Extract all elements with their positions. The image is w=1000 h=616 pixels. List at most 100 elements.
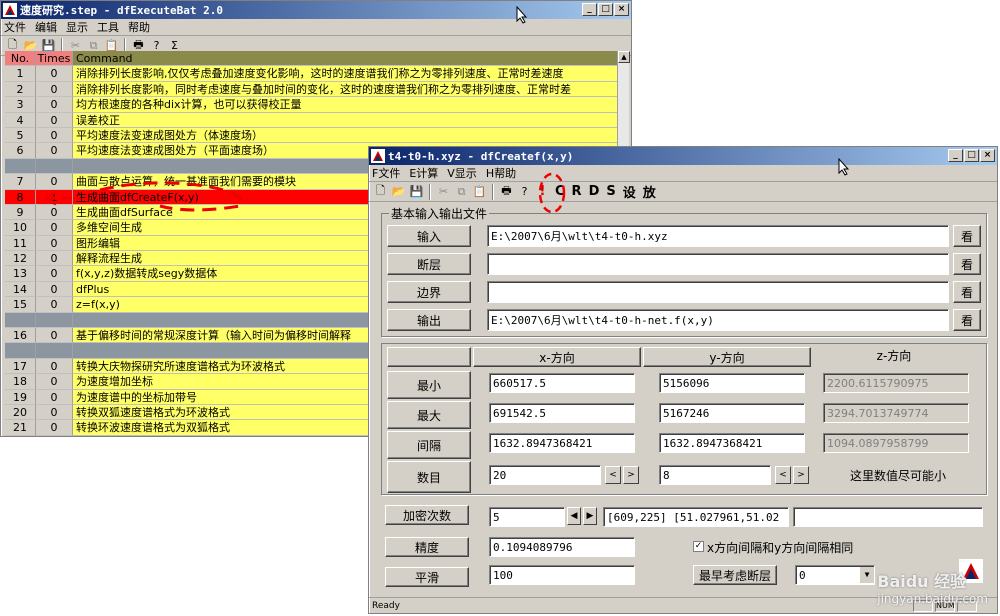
title-bar[interactable]: t4-t0-h.xyz - dfCreatef(x,y) _ □ ×: [369, 147, 997, 165]
row-times: 0: [36, 328, 73, 344]
menu-item[interactable]: 工具: [97, 19, 119, 35]
close-button[interactable]: ×: [980, 149, 995, 162]
count-y-increase-button[interactable]: >: [793, 466, 809, 484]
save-icon[interactable]: 💾: [408, 184, 425, 200]
window-title: 速度研究.step - dfExecuteBat 2.0: [20, 4, 223, 17]
row-number: 19: [5, 389, 36, 405]
paste-icon[interactable]: 📋: [471, 184, 488, 200]
row-number: 18: [5, 374, 36, 390]
io-path-input[interactable]: [487, 253, 949, 275]
new-file-icon[interactable]: 🗋: [372, 184, 389, 200]
row-times: 0: [36, 374, 73, 390]
count-x-decrease-button[interactable]: <: [605, 466, 621, 484]
table-row[interactable]: 1 0 消除排列长度影响,仅仅考虑叠加速度变化影响，这时的速度谱我们称之为零排列速度…: [5, 66, 617, 82]
menu-item[interactable]: 编辑: [35, 19, 57, 35]
header-x: x-方向: [473, 347, 641, 367]
smooth-input[interactable]: 100: [489, 565, 635, 585]
io-path-input[interactable]: E:\2007\6月\wlt\t4-t0-h.xyz: [487, 225, 949, 247]
table-row[interactable]: 4 0 误差校正: [5, 112, 617, 128]
view-button[interactable]: 看: [953, 225, 981, 247]
toolbar-settings-button[interactable]: 设: [620, 182, 639, 201]
range-y-input[interactable]: 1632.8947368421: [659, 433, 805, 453]
menu-item[interactable]: E计算: [409, 165, 438, 181]
app-icon: [371, 149, 385, 163]
table-row[interactable]: 3 0 均方根速度的各种dix计算，也可以获得校正量: [5, 97, 617, 113]
range-x-input[interactable]: 660517.5: [489, 373, 635, 393]
menu-item[interactable]: H帮助: [486, 165, 516, 181]
view-button[interactable]: 看: [953, 253, 981, 275]
row-times: 0: [36, 112, 73, 128]
same-interval-checkbox[interactable]: ✓: [693, 541, 704, 552]
scroll-up-icon[interactable]: ▲: [618, 51, 630, 63]
densify-increase-button[interactable]: ▶: [583, 507, 597, 525]
maximize-button[interactable]: □: [964, 149, 979, 162]
minimize-button[interactable]: _: [948, 149, 963, 162]
extra-input[interactable]: [793, 507, 983, 527]
range-x-input[interactable]: 1632.8947368421: [489, 433, 635, 453]
menu-item[interactable]: 文件: [4, 19, 26, 35]
range-y-input[interactable]: 5156096: [659, 373, 805, 393]
create-f-window: t4-t0-h.xyz - dfCreatef(x,y) _ □ × F文件 E计…: [368, 146, 998, 614]
view-button[interactable]: 看: [953, 309, 981, 331]
menu-item[interactable]: V显示: [447, 165, 477, 181]
smooth-label: 平滑: [385, 567, 469, 587]
row-number: [5, 343, 36, 359]
count-y-decrease-button[interactable]: <: [775, 466, 791, 484]
cut-icon[interactable]: ✂: [435, 184, 452, 200]
densify-input[interactable]: 5: [489, 507, 565, 527]
io-path-input[interactable]: [487, 281, 949, 303]
toolbar-zoom-button[interactable]: 放: [640, 182, 659, 201]
minimize-button[interactable]: _: [582, 3, 597, 16]
row-number: 15: [5, 297, 36, 313]
toolbar-r-button[interactable]: R: [569, 184, 585, 199]
table-header: No. Times Command: [5, 51, 617, 67]
io-label-button[interactable]: 断层: [387, 253, 471, 275]
row-number: 1: [5, 66, 36, 82]
toolbar-divider: [492, 183, 494, 200]
title-bar[interactable]: 速度研究.step - dfExecuteBat 2.0 _ □ ×: [1, 1, 631, 19]
menu-item[interactable]: F文件: [372, 165, 400, 181]
header-command[interactable]: Command: [73, 51, 617, 67]
table-row[interactable]: 5 0 平均速度法变速成图处方（体速度场）: [5, 127, 617, 144]
row-number: 7: [5, 174, 36, 190]
count-x-input[interactable]: 20: [489, 465, 601, 485]
count-y-input[interactable]: 8: [659, 465, 771, 485]
row-number: [5, 312, 36, 329]
table-row[interactable]: 2 0 消除排列长度影响，同时考虑速度与叠加时间的变化，这时的速度谱我们称之为零排列…: [5, 81, 617, 98]
toolbar-d-button[interactable]: D: [586, 184, 603, 199]
col-z-label: z-方向: [876, 348, 912, 363]
maximize-button[interactable]: □: [598, 3, 613, 16]
col-y-header: y-方向: [709, 350, 745, 365]
help-icon[interactable]: ?: [516, 184, 533, 200]
io-path-input[interactable]: E:\2007\6月\wlt\t4-t0-h-net.f(x,y): [487, 309, 949, 331]
range-row-label: 最小: [387, 371, 471, 399]
row-number: 13: [5, 266, 36, 282]
copy-icon[interactable]: ⧉: [453, 184, 470, 200]
io-label-button[interactable]: 边界: [387, 281, 471, 303]
row-times: [36, 343, 73, 359]
count-x-increase-button[interactable]: >: [623, 466, 639, 484]
io-label-button[interactable]: 输入: [387, 225, 471, 247]
io-label-button[interactable]: 输出: [387, 309, 471, 331]
densify-label: 加密次数: [385, 505, 469, 525]
view-button[interactable]: 看: [953, 281, 981, 303]
close-button[interactable]: ×: [614, 3, 629, 16]
open-folder-icon[interactable]: 📂: [390, 184, 407, 200]
row-times: 0: [36, 143, 73, 159]
range-x-input[interactable]: 691542.5: [489, 403, 635, 423]
fault-select[interactable]: 0 ▼: [795, 565, 875, 585]
row-number: [5, 158, 36, 175]
densify-decrease-button[interactable]: ◀: [567, 507, 581, 525]
toolbar-s-button[interactable]: S: [603, 184, 618, 199]
header-no[interactable]: No.: [5, 51, 36, 67]
range-y-input[interactable]: 5167246: [659, 403, 805, 423]
menu-item[interactable]: 显示: [66, 19, 88, 35]
toolbar: 🗋 📂 💾 ✂ ⧉ 📋 🖶 ? ! C R D S 设 放: [369, 182, 997, 202]
print-icon[interactable]: 🖶: [498, 184, 515, 200]
menu-item[interactable]: 帮助: [128, 19, 150, 35]
precision-input[interactable]: 0.1094089796: [489, 537, 635, 557]
row-command: 均方根速度的各种dix计算，也可以获得校正量: [73, 97, 617, 113]
toolbar-divider: [429, 183, 431, 200]
header-times[interactable]: Times: [36, 51, 73, 67]
range-readout: [609,225] [51.027961,51.02: [603, 507, 789, 527]
